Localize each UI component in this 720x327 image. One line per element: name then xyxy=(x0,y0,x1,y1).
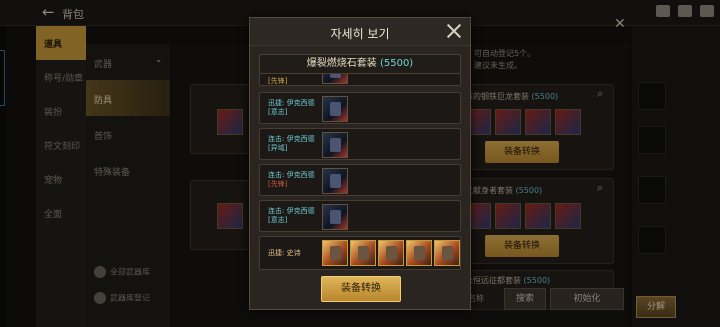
list-item[interactable]: 连击: 伊克西德 [先锋] xyxy=(259,164,461,196)
equipment-icon[interactable] xyxy=(322,204,348,230)
epic-set-row[interactable]: 迅捷: 史诗 xyxy=(259,236,461,270)
equipment-icon[interactable] xyxy=(322,168,348,194)
row-tag: [异域] xyxy=(268,144,288,152)
equip-switch-button[interactable]: 装备转换 xyxy=(321,276,401,302)
set-count: (5500) xyxy=(379,58,414,69)
modal-title: 자세히 보기 xyxy=(330,27,390,41)
list-item[interactable]: 连击: 伊克西德 [意志] xyxy=(259,200,461,232)
row-tag: [意志] xyxy=(268,216,288,224)
equipment-icon[interactable] xyxy=(322,96,348,122)
list-item[interactable]: 迅捷: 伊克西德 [意志] xyxy=(259,92,461,124)
list-item[interactable]: [先锋] xyxy=(259,74,461,86)
epic-equipment-icon[interactable] xyxy=(322,240,348,266)
row-tag: [先锋] xyxy=(268,180,288,188)
row-label: 连击: 伊克西德 xyxy=(268,135,315,143)
epic-equipment-icon[interactable] xyxy=(434,240,460,266)
close-icon[interactable] xyxy=(446,23,462,39)
row-label: 连击: 伊克西德 xyxy=(268,171,315,179)
epic-equipment-icon[interactable] xyxy=(406,240,432,266)
row-tag: [先锋] xyxy=(268,77,288,85)
set-name-header: 爆裂燃烧石套装 (5500) xyxy=(259,54,461,74)
equipment-icon[interactable] xyxy=(322,74,348,84)
set-item-list[interactable]: [先锋] 迅捷: 伊克西德 [意志] 连击: 伊克西德 [异域] 连击: 伊克西… xyxy=(259,74,461,284)
set-name: 爆裂燃烧石套装 xyxy=(306,58,377,69)
row-label: 连击: 伊克西德 xyxy=(268,207,315,215)
epic-equipment-icon[interactable] xyxy=(378,240,404,266)
detail-modal: 자세히 보기 爆裂燃烧石套装 (5500) [先锋] 迅捷: 伊克西德 [意志]… xyxy=(249,17,471,310)
modal-header: 자세히 보기 xyxy=(250,18,470,46)
row-label: 迅捷: 史诗 xyxy=(268,249,301,257)
epic-equipment-icon[interactable] xyxy=(350,240,376,266)
list-item[interactable]: 连击: 伊克西德 [异域] xyxy=(259,128,461,160)
equipment-icon[interactable] xyxy=(322,132,348,158)
row-tag: [意志] xyxy=(268,108,288,116)
row-label: 迅捷: 伊克西德 xyxy=(268,99,315,107)
